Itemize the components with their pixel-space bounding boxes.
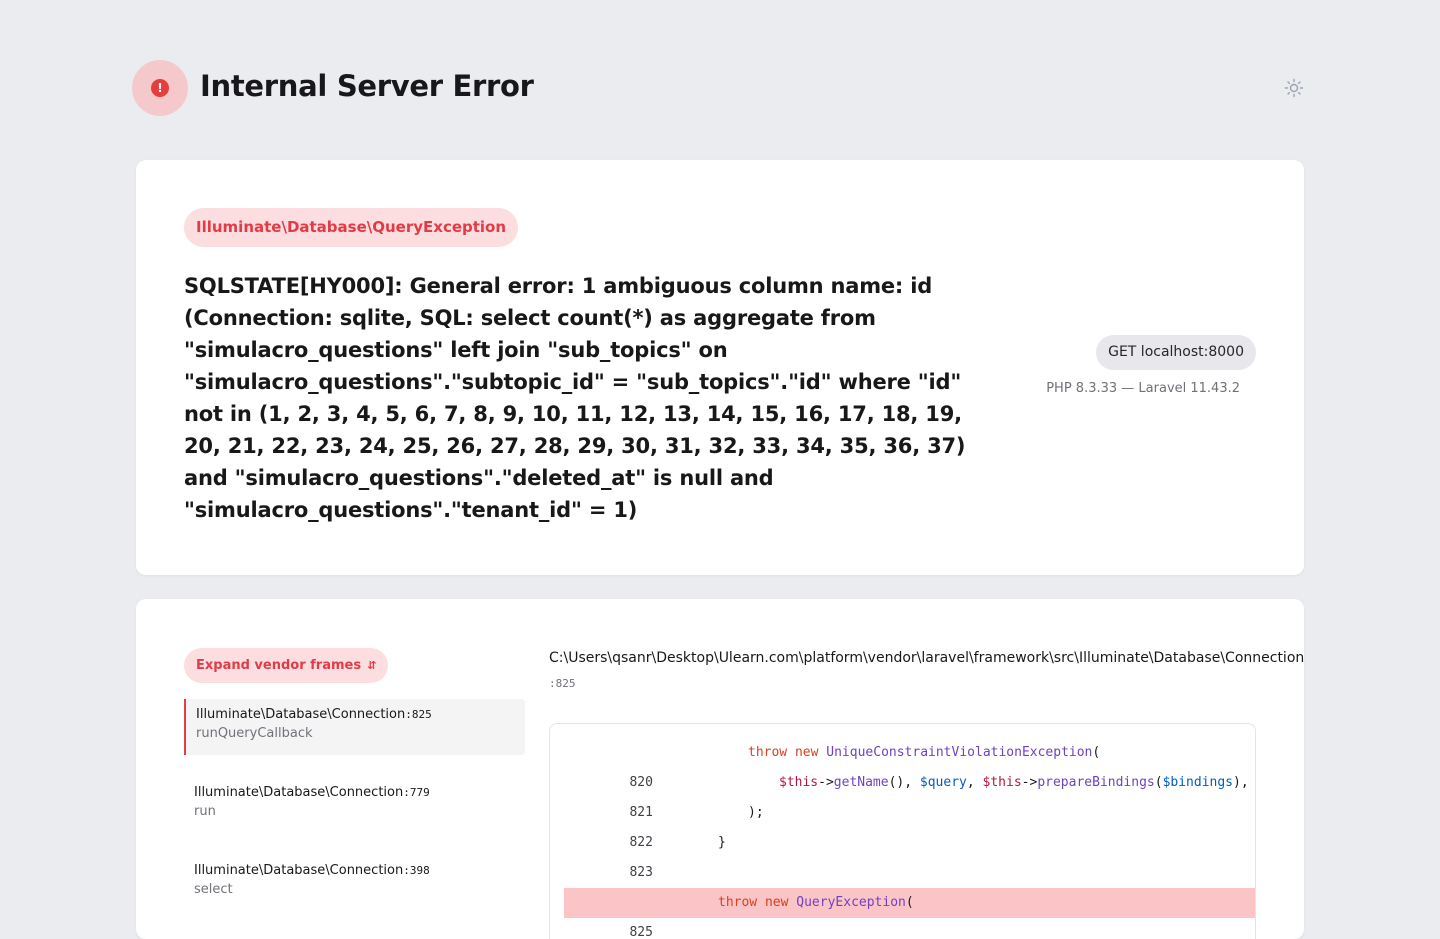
version-info: PHP 8.3.33 — Laravel 11.43.2: [1046, 381, 1240, 396]
stack-frame[interactable]: Illuminate\Database\Connection:398 selec…: [184, 855, 525, 911]
request-badge: GET localhost:8000: [1096, 335, 1256, 370]
error-icon: !: [132, 60, 188, 116]
page-title: Internal Server Error: [200, 69, 534, 103]
code-snippet: 820 throw new UniqueConstraintViolationEx…: [549, 723, 1256, 939]
stack-frame[interactable]: Illuminate\Database\Connection:779 run: [184, 777, 525, 833]
code-line: 824: [564, 858, 1255, 910]
expand-vendor-frames-button[interactable]: Expand vendor frames ⇵: [184, 648, 389, 683]
code-line: 823}: [564, 828, 1255, 880]
file-line-number: :825: [549, 677, 576, 690]
page-header: ! Internal Server Error: [132, 60, 1304, 116]
stack-trace-card: Expand vendor frames ⇵ Illuminate\Databas…: [136, 599, 1304, 939]
exception-message: SQLSTATE[HY000]: General error: 1 ambigu…: [184, 274, 966, 522]
exception-card: Illuminate\Database\QueryException SQLST…: [136, 160, 1304, 575]
frame-list: Illuminate\Database\Connection:825 runQu…: [184, 699, 525, 933]
stack-frame[interactable]: Illuminate\Database\Connection:825 runQu…: [184, 699, 525, 755]
code-line: 822);: [564, 798, 1255, 850]
chevron-up-down-icon: ⇵: [367, 659, 377, 672]
code-line: 820 throw new UniqueConstraintViolationEx…: [564, 738, 1255, 790]
exclamation-icon: !: [151, 79, 169, 97]
exception-class-badge: Illuminate\Database\QueryException: [184, 208, 519, 247]
frame-method: runQueryCallback: [196, 726, 313, 741]
sun-icon: [1284, 78, 1304, 98]
expand-vendor-frames-label: Expand vendor frames: [196, 658, 362, 673]
frame-class: Illuminate\Database\Connection:825: [196, 707, 432, 722]
theme-toggle-button[interactable]: [1284, 78, 1304, 98]
highlighted-code-line: 825 throw new QueryException(: [564, 888, 1255, 939]
frame-class: Illuminate\Database\Connection:398: [194, 863, 430, 878]
frame-method: select: [194, 882, 233, 897]
line-number: 825: [629, 925, 653, 939]
code-line: 821 $this->getName(), $query, $this->prep…: [564, 768, 1255, 820]
frame-method: run: [194, 804, 216, 819]
file-path: C:\Users\qsanr\Desktop\Ulearn.com\platfo…: [549, 650, 1304, 666]
frame-class: Illuminate\Database\Connection:779: [194, 785, 430, 800]
